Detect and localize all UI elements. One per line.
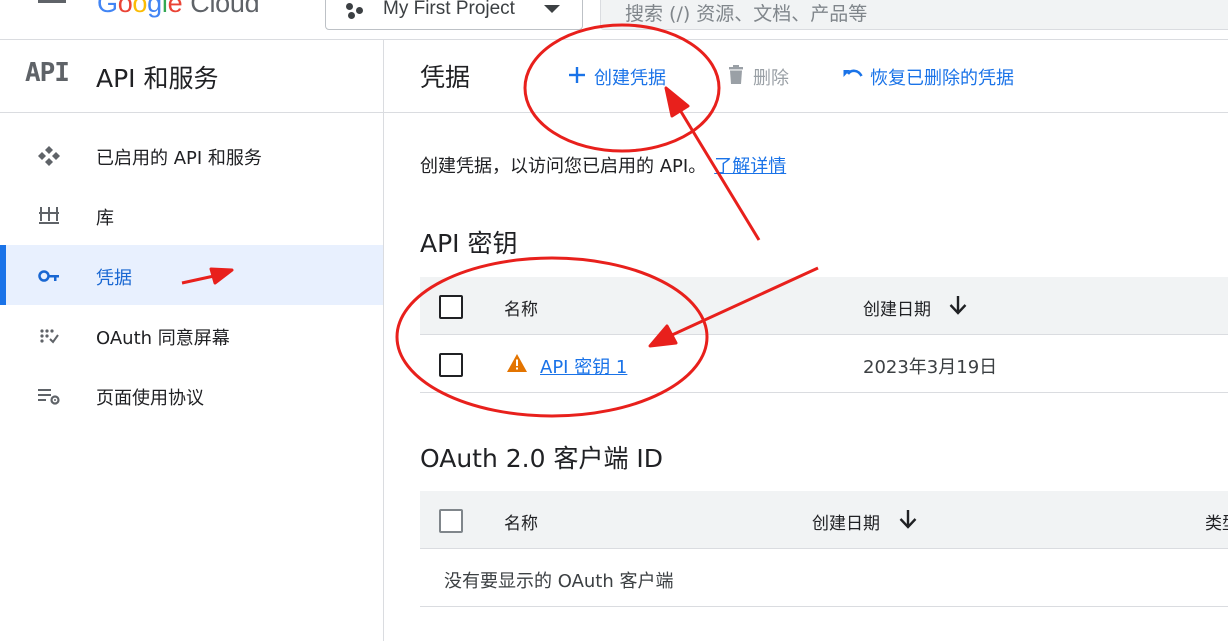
intro-text: 创建凭据，以访问您已启用的 API。了解详情 bbox=[420, 152, 786, 178]
oauth-heading: OAuth 2.0 客户端 ID bbox=[420, 439, 663, 475]
table-row[interactable]: API 密钥 1 2023年3月19日 bbox=[420, 335, 1228, 393]
column-header-created[interactable]: 创建日期 bbox=[812, 509, 880, 534]
select-all-checkbox[interactable] bbox=[439, 509, 463, 533]
restore-label: 恢复已删除的凭据 bbox=[870, 64, 1014, 90]
main-content: 凭据 创建凭据 删除 恢复已删除的凭据 创建凭据，以访问您已启用的 bbox=[384, 40, 1228, 641]
sidebar-title[interactable]: API 和服务 bbox=[96, 59, 219, 95]
action-bar: 凭据 创建凭据 删除 恢复已删除的凭据 bbox=[384, 40, 1228, 113]
trash-icon bbox=[725, 64, 747, 86]
sidebar-item-label: 凭据 bbox=[96, 264, 132, 290]
sidebar-item-label: 库 bbox=[96, 204, 114, 230]
search-input[interactable]: 搜索 (/) 资源、文档、产品等 bbox=[600, 0, 1228, 30]
sidebar-item-label: 页面使用协议 bbox=[96, 384, 204, 410]
undo-icon bbox=[842, 64, 864, 86]
table-header: 名称 创建日期 类型 bbox=[420, 491, 1228, 549]
api-logo: API bbox=[25, 58, 69, 88]
sidebar-item-label: OAuth 同意屏幕 bbox=[96, 324, 230, 350]
api-keys-heading: API 密钥 bbox=[420, 224, 518, 260]
sidebar-item-oauth-consent[interactable]: OAuth 同意屏幕 bbox=[0, 305, 383, 365]
delete-button[interactable]: 删除 bbox=[725, 64, 825, 90]
column-header-created[interactable]: 创建日期 bbox=[863, 295, 931, 320]
arrow-down-icon[interactable] bbox=[898, 508, 918, 530]
settings-list-icon bbox=[37, 385, 61, 407]
column-header-name[interactable]: 名称 bbox=[504, 295, 538, 320]
intro-description: 创建凭据，以访问您已启用的 API。 bbox=[420, 156, 706, 177]
api-keys-table: 名称 创建日期 API 密钥 1 2023年3月19日 bbox=[420, 277, 1228, 394]
chevron-down-icon bbox=[544, 5, 560, 13]
project-hierarchy-icon bbox=[346, 3, 366, 19]
project-name: My First Project bbox=[383, 0, 515, 20]
column-header-name[interactable]: 名称 bbox=[504, 509, 538, 534]
api-key-name-link[interactable]: API 密钥 1 bbox=[540, 353, 627, 379]
create-credentials-button[interactable]: 创建凭据 bbox=[566, 64, 696, 90]
delete-label: 删除 bbox=[753, 64, 789, 90]
library-icon bbox=[37, 205, 61, 227]
arrow-down-icon[interactable] bbox=[948, 294, 968, 316]
page-title: 凭据 bbox=[420, 58, 470, 94]
column-header-type[interactable]: 类型 bbox=[1205, 509, 1228, 534]
empty-state-row: 没有要显示的 OAuth 客户端 bbox=[420, 549, 1228, 607]
learn-more-link[interactable]: 了解详情 bbox=[714, 156, 786, 177]
plus-icon bbox=[566, 64, 588, 86]
table-header: 名称 创建日期 bbox=[420, 277, 1228, 335]
api-key-created-date: 2023年3月19日 bbox=[863, 353, 997, 379]
dashboard-diamond-icon bbox=[37, 145, 61, 167]
sidebar-header: API API 和服务 bbox=[0, 40, 383, 113]
create-credentials-label: 创建凭据 bbox=[594, 64, 666, 90]
oauth-clients-table: 名称 创建日期 类型 没有要显示的 OAuth 客户端 bbox=[420, 491, 1228, 608]
sidebar-item-enabled-apis[interactable]: 已启用的 API 和服务 bbox=[0, 125, 383, 185]
warning-icon bbox=[506, 353, 528, 373]
search-placeholder: 搜索 (/) 资源、文档、产品等 bbox=[625, 0, 867, 26]
sidebar-item-library[interactable]: 库 bbox=[0, 185, 383, 245]
sidebar: API API 和服务 已启用的 API 和服务 库 凭据 bbox=[0, 40, 384, 641]
project-picker[interactable]: My First Project bbox=[325, 0, 583, 30]
sidebar-item-page-usage[interactable]: 页面使用协议 bbox=[0, 365, 383, 425]
empty-state-text: 没有要显示的 OAuth 客户端 bbox=[444, 567, 673, 593]
sidebar-item-label: 已启用的 API 和服务 bbox=[96, 144, 262, 170]
consent-dots-icon bbox=[37, 325, 61, 347]
select-all-checkbox[interactable] bbox=[439, 295, 463, 319]
sidebar-item-credentials[interactable]: 凭据 bbox=[0, 245, 383, 305]
key-icon bbox=[37, 265, 61, 287]
top-bar: GoogleCloud My First Project 搜索 (/) 资源、文… bbox=[0, 0, 1228, 40]
row-checkbox[interactable] bbox=[439, 353, 463, 377]
menu-icon[interactable] bbox=[38, 0, 66, 14]
google-cloud-logo[interactable]: GoogleCloud bbox=[97, 0, 259, 18]
restore-deleted-credentials-button[interactable]: 恢复已删除的凭据 bbox=[842, 64, 1042, 90]
